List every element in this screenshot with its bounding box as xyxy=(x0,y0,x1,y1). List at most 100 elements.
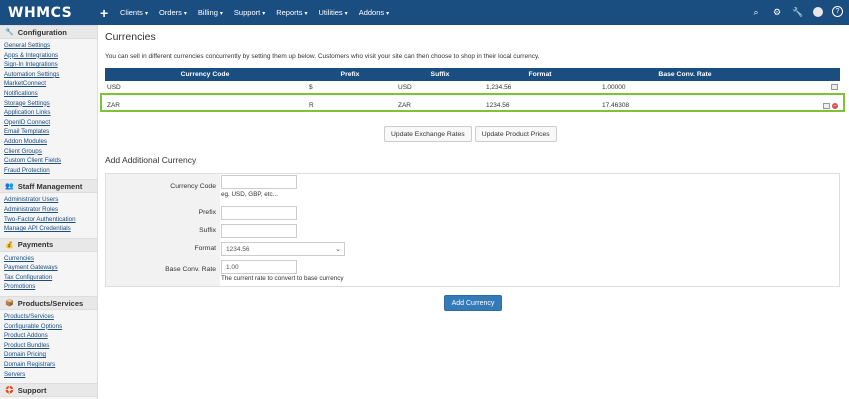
nav-label: Reports xyxy=(276,8,303,17)
search-icon[interactable]: ⌕ xyxy=(750,5,762,19)
highlight-box xyxy=(100,93,845,112)
sidebar-link-servers[interactable]: Servers xyxy=(4,370,93,380)
wrench-icon: 🔧 xyxy=(5,29,14,36)
sidebar-link-apps-integrations[interactable]: Apps & Integrations xyxy=(4,51,93,61)
table-header: Currency Code Prefix Suffix Format Base … xyxy=(105,68,840,81)
sidebar-header-label: Staff Management xyxy=(17,181,83,191)
update-product-prices-button[interactable]: Update Product Prices xyxy=(474,126,557,142)
sidebar-link-product-bundles[interactable]: Product Bundles xyxy=(4,341,93,351)
sidebar-link-promotions[interactable]: Promotions xyxy=(4,282,93,292)
sidebar-link-addon-modules[interactable]: Addon Modules xyxy=(4,137,93,147)
sidebar-link-fraud-protection[interactable]: Fraud Protection xyxy=(4,166,93,176)
sidebar-link-openid-connect[interactable]: OpenID Connect xyxy=(4,118,93,128)
cell-suffix: USD xyxy=(398,83,412,91)
nav-label: Billing xyxy=(197,8,218,17)
quick-add-button[interactable]: + xyxy=(100,5,116,21)
sidebar-link-email-templates[interactable]: Email Templates xyxy=(4,127,93,137)
row-actions xyxy=(831,84,838,90)
nav-support[interactable]: Support ▾ xyxy=(234,8,265,17)
wrench-icon[interactable]: 🔧 xyxy=(792,5,804,19)
add-currency-title: Add Additional Currency xyxy=(105,155,197,165)
sidebar-link-administrator-users[interactable]: Administrator Users xyxy=(4,195,93,205)
add-currency-form: Currency Code eg. USD, GBP, etc... Prefi… xyxy=(105,173,840,287)
base-rate-input[interactable]: 1.00 xyxy=(221,260,297,274)
sidebar-section: 👥 Staff Management Administrator Users Admi… xyxy=(0,179,97,233)
currency-code-help: eg. USD, GBP, etc... xyxy=(221,191,278,198)
nav-orders[interactable]: Orders ▾ xyxy=(159,8,187,17)
sidebar-header-configuration[interactable]: 🔧 Configuration xyxy=(0,25,97,39)
cell-rate: 1.00000 xyxy=(602,83,626,91)
sidebar-link-application-links[interactable]: Application Links xyxy=(4,108,93,118)
sidebar-links: Products/Services Configurable Options Pro… xyxy=(0,310,97,379)
nav-clients[interactable]: Clients ▾ xyxy=(120,8,148,17)
nav-billing[interactable]: Billing ▾ xyxy=(198,8,223,17)
update-buttons: Update Exchange Rates Update Product Pri… xyxy=(384,126,557,142)
sidebar-links: General Settings Apps & Integrations Sign-… xyxy=(0,39,97,175)
suffix-row: Suffix xyxy=(106,223,839,241)
sidebar-link-administrator-roles[interactable]: Administrator Roles xyxy=(4,205,93,215)
top-icons: ⌕ ⚙ 🔧 ? xyxy=(750,5,843,19)
currency-code-row: Currency Code eg. USD, GBP, etc... xyxy=(106,175,839,204)
format-select-value: 1234.56 xyxy=(226,245,250,253)
sidebar-link-marketconnect[interactable]: MarketConnect xyxy=(4,79,93,89)
sidebar-header-support[interactable]: 🛟 Support xyxy=(0,383,97,398)
sidebar-link-configurable-options[interactable]: Configurable Options xyxy=(4,322,93,332)
nav-utilities[interactable]: Utilities ▾ xyxy=(319,8,348,17)
cell-code: USD xyxy=(107,83,121,91)
sidebar-section: 💰 Payments Currencies Payment Gateways Tax C… xyxy=(0,237,97,292)
sidebar-section: 🛟 Support xyxy=(0,383,97,399)
sidebar-header-staff-management[interactable]: 👥 Staff Management xyxy=(0,179,97,194)
sidebar-link-manage-api-credentials[interactable]: Manage API Credentials xyxy=(4,224,93,234)
sidebar-link-sign-in-integrations[interactable]: Sign-In Integrations xyxy=(4,60,93,70)
sidebar-link-products-services[interactable]: Products/Services xyxy=(4,312,93,322)
sidebar-link-tax-configuration[interactable]: Tax Configuration xyxy=(4,273,93,283)
header-suffix: Suffix xyxy=(430,71,450,78)
nav-label: Addons xyxy=(358,8,385,17)
nav-label: Support xyxy=(233,8,261,17)
sidebar-link-two-factor-authentication[interactable]: Two-Factor Authentication xyxy=(4,215,93,225)
sidebar-link-custom-client-fields[interactable]: Custom Client Fields xyxy=(4,156,93,166)
sidebar-links: Administrator Users Administrator Roles Tw… xyxy=(0,193,97,233)
support-icon: 🛟 xyxy=(5,387,14,395)
page-description: You can sell in different currencies con… xyxy=(105,53,540,60)
sidebar-link-product-addons[interactable]: Product Addons xyxy=(4,331,93,341)
currency-code-input[interactable] xyxy=(221,175,297,189)
add-currency-button[interactable]: Add Currency xyxy=(444,295,502,311)
gear-icon[interactable]: ⚙ xyxy=(771,5,783,19)
sidebar-link-currencies[interactable]: Currencies xyxy=(4,254,93,264)
sidebar-link-general-settings[interactable]: General Settings xyxy=(4,41,93,51)
format-label: Format xyxy=(194,245,216,252)
prefix-input[interactable] xyxy=(221,206,297,220)
nav-label: Clients xyxy=(120,8,143,17)
update-exchange-rates-button[interactable]: Update Exchange Rates xyxy=(384,126,472,142)
whmcs-logo[interactable]: WHMCS xyxy=(0,5,100,21)
sidebar-link-client-groups[interactable]: Client Groups xyxy=(4,147,93,157)
sidebar-header-products-services[interactable]: 📦 Products/Services xyxy=(0,296,97,311)
sidebar-link-payment-gateways[interactable]: Payment Gateways xyxy=(4,263,93,273)
prefix-label: Prefix xyxy=(198,209,216,216)
main-nav: Clients ▾ Orders ▾ Billing ▾ Support ▾ Reports ▾ U… xyxy=(120,8,400,17)
sidebar-link-storage-settings[interactable]: Storage Settings xyxy=(4,99,93,109)
nav-label: Utilities xyxy=(318,8,343,17)
sidebar-link-notifications[interactable]: Notifications xyxy=(4,89,93,99)
suffix-input[interactable] xyxy=(221,224,297,238)
sidebar-section: 📦 Products/Services Products/Services Confi… xyxy=(0,296,97,379)
sidebar-header-payments[interactable]: 💰 Payments xyxy=(0,237,97,252)
caret-down-icon: ▾ xyxy=(344,11,348,17)
nav-addons[interactable]: Addons ▾ xyxy=(359,8,389,17)
help-icon[interactable]: ? xyxy=(832,6,843,17)
sidebar-link-automation-settings[interactable]: Automation Settings xyxy=(4,70,93,80)
sidebar: 🔧 Configuration General Settings Apps & Int… xyxy=(0,25,98,399)
sidebar-link-domain-registrars[interactable]: Domain Registrars xyxy=(4,360,93,370)
nav-reports[interactable]: Reports ▾ xyxy=(276,8,307,17)
suffix-label: Suffix xyxy=(199,227,216,234)
avatar[interactable] xyxy=(813,7,823,17)
sidebar-link-domain-pricing[interactable]: Domain Pricing xyxy=(4,350,93,360)
sidebar-header-label: Products/Services xyxy=(17,298,84,308)
top-navbar: WHMCS + Clients ▾ Orders ▾ Billing ▾ Support ▾ R… xyxy=(0,0,849,25)
format-select[interactable]: 1234.56 ⌄ xyxy=(221,242,345,256)
nav-label: Orders xyxy=(158,8,182,17)
edit-icon[interactable] xyxy=(831,84,838,90)
sidebar-section: 🔧 Configuration General Settings Apps & Int… xyxy=(0,25,97,175)
header-prefix: Prefix xyxy=(340,71,360,78)
